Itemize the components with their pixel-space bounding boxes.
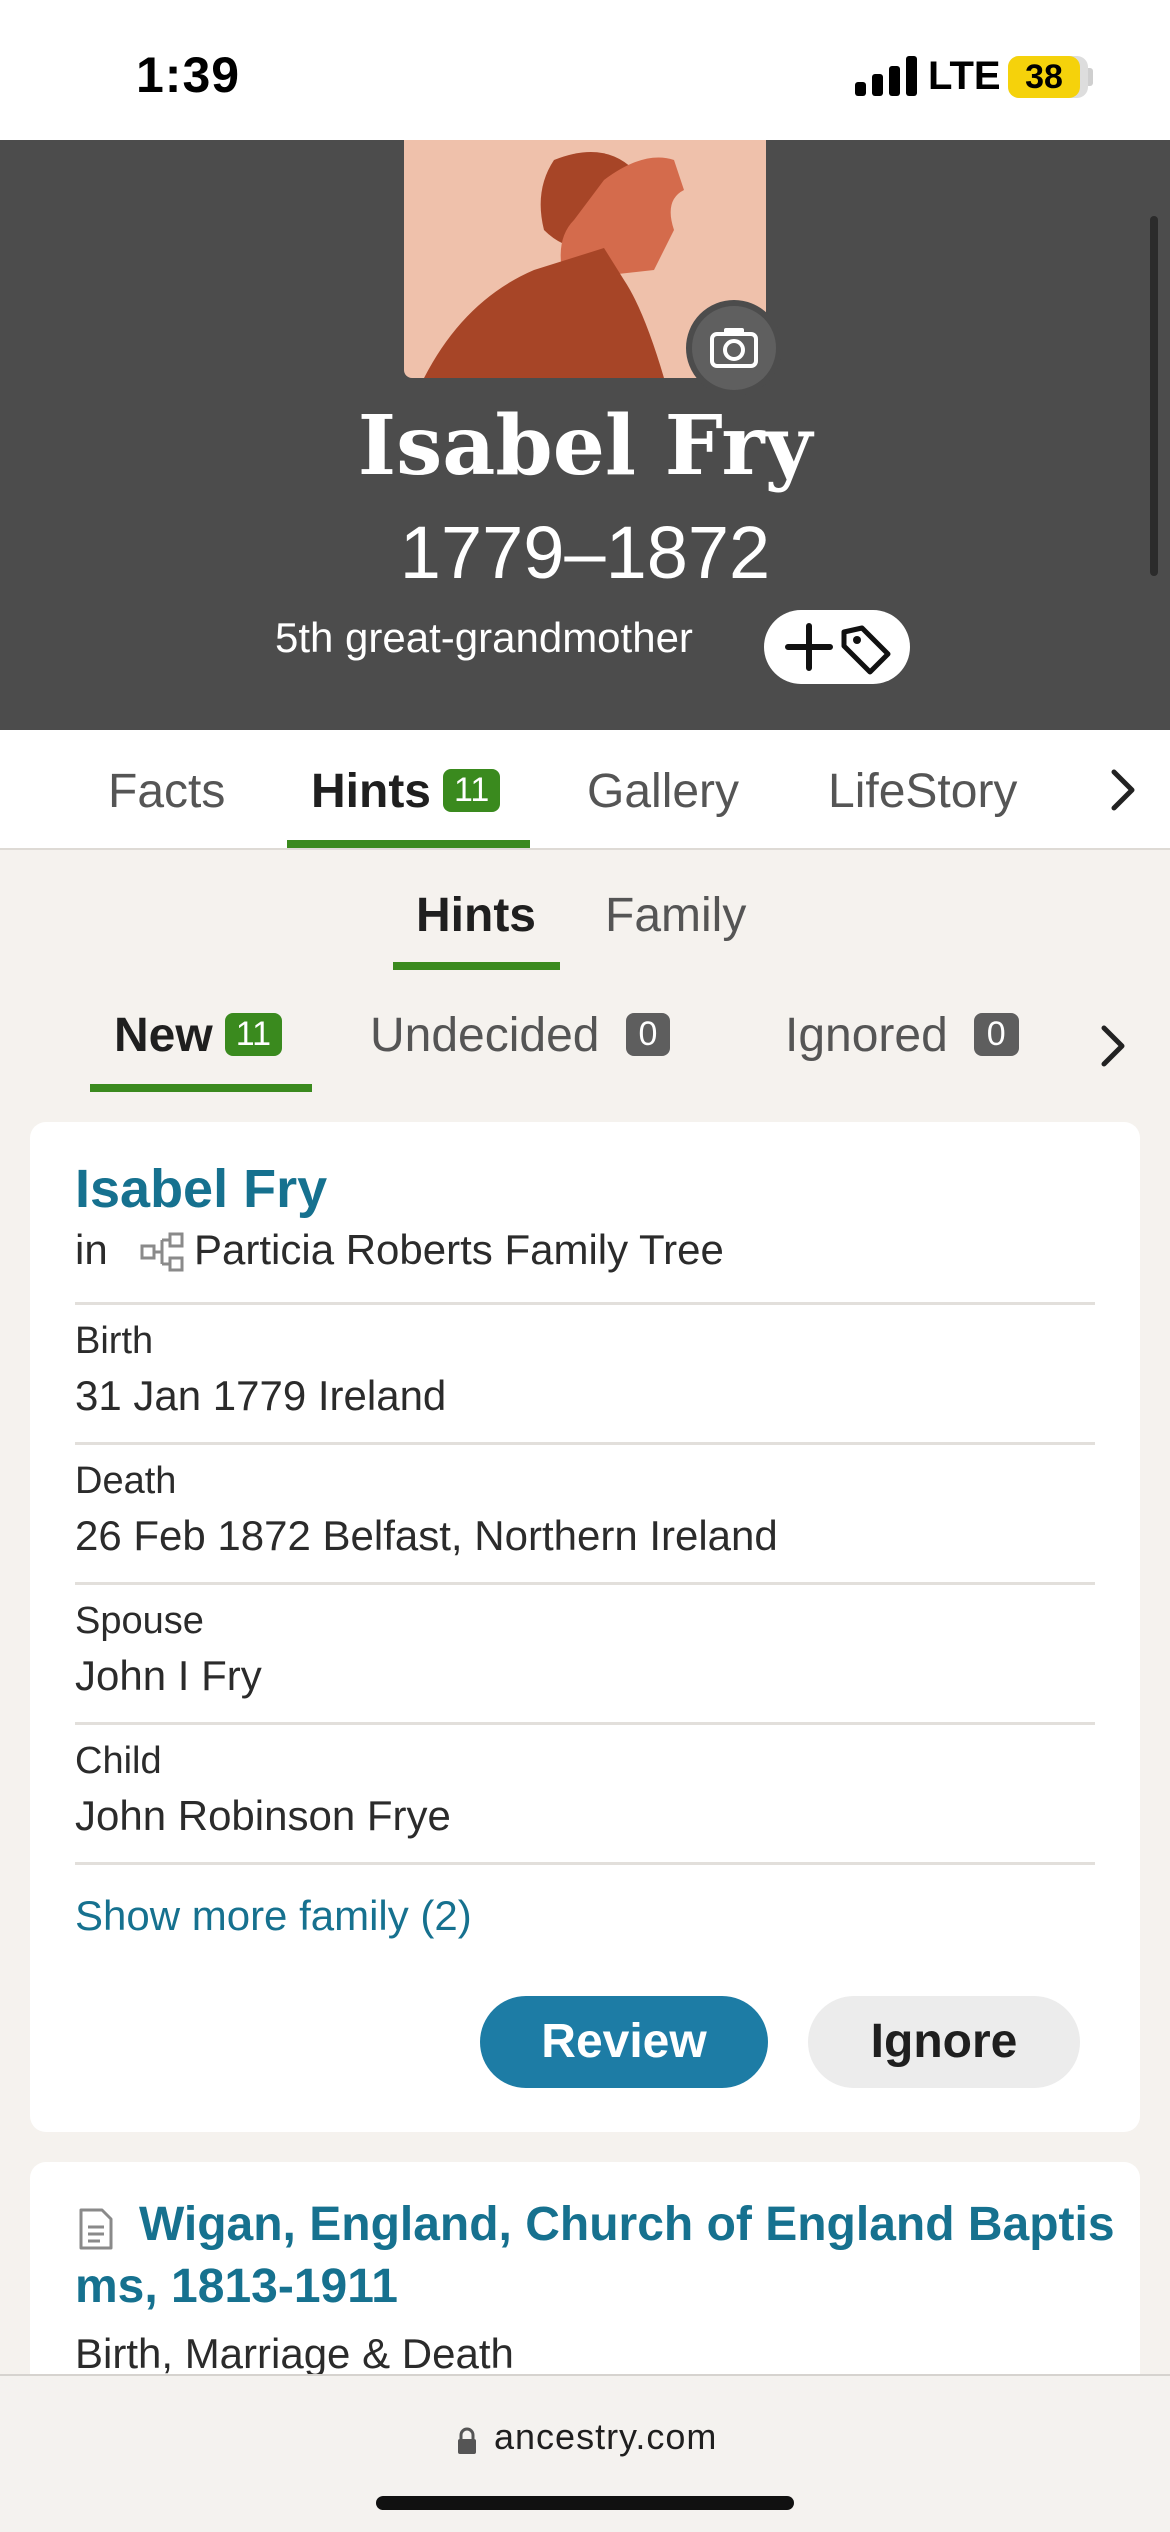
tab-facts[interactable]: Facts [108, 764, 225, 819]
scroll-indicator [1150, 216, 1158, 576]
browser-url-bar[interactable]: ancestry.com [0, 2374, 1170, 2532]
new-count-badge: 11 [224, 1013, 282, 1056]
tab-gallery[interactable]: Gallery [587, 764, 739, 819]
subtab-family[interactable]: Family [605, 888, 746, 943]
tab-hints[interactable]: Hints 11 [311, 764, 501, 819]
chevron-right-icon[interactable] [1104, 760, 1144, 820]
network-type: LTE [928, 54, 1001, 98]
field-label-death: Death [75, 1460, 177, 1502]
filter-new[interactable]: New 11 [114, 1008, 282, 1063]
field-value-death: 26 Feb 1872 Belfast, Northern Ireland [75, 1512, 778, 1559]
hints-count-badge: 11 [443, 769, 501, 812]
divider [75, 1302, 1095, 1305]
divider [75, 1442, 1095, 1445]
filter-undecided[interactable]: Undecided 0 [370, 1008, 671, 1063]
profile-name: Isabel Fry [357, 398, 813, 494]
show-more-family-link[interactable]: Show more family (2) [75, 1892, 472, 1940]
chevron-right-icon[interactable] [1094, 1016, 1134, 1076]
field-label-child: Child [75, 1740, 162, 1782]
hint-tree-name: Particia Roberts Family Tree [194, 1226, 724, 1273]
battery-icon: 38 [1008, 56, 1088, 98]
field-label-spouse: Spouse [75, 1600, 204, 1642]
record-category: Birth, Marriage & Death [75, 2330, 514, 2377]
subtab-hints[interactable]: Hints [416, 888, 536, 943]
field-value-spouse: John I Fry [75, 1652, 262, 1699]
tab-lifestory[interactable]: LifeStory [828, 764, 1017, 819]
status-time: 1:39 [136, 47, 241, 103]
main-tab-bar: Facts Hints 11 Gallery LifeStory [0, 730, 1170, 850]
subtab-underline [393, 962, 560, 970]
hint-in-label: in [75, 1226, 108, 1273]
battery-level: 38 [1025, 58, 1063, 96]
family-tree-icon [140, 1232, 184, 1272]
hint-card: Isabel Fry in Particia Roberts Family Tr… [30, 1122, 1140, 2132]
url-text: ancestry.com [494, 2416, 718, 2457]
divider [75, 1582, 1095, 1585]
add-tag-button[interactable] [764, 610, 910, 684]
ignore-button[interactable]: Ignore [808, 1996, 1080, 2088]
add-tag-icon [785, 623, 891, 675]
hint-person-name[interactable]: Isabel Fry [75, 1158, 327, 1220]
active-tab-underline [287, 840, 530, 848]
divider [75, 1862, 1095, 1865]
divider [75, 1722, 1095, 1725]
review-button[interactable]: Review [480, 1996, 768, 2088]
field-label-birth: Birth [75, 1320, 154, 1362]
status-bar: 1:39 LTE 38 [0, 0, 1170, 140]
camera-button[interactable] [686, 300, 782, 396]
ignored-count-badge: 0 [973, 1013, 1019, 1056]
profile-header: Isabel Fry 1779–1872 5th great-grandmoth… [0, 140, 1170, 730]
profile-relation: 5th great-grandmother [275, 614, 693, 661]
filter-underline [90, 1084, 312, 1092]
field-value-birth: 31 Jan 1779 Ireland [75, 1372, 447, 1419]
filter-ignored[interactable]: Ignored 0 [785, 1008, 1019, 1063]
record-title[interactable]: Wigan, England, Church of England Baptis… [75, 2194, 1125, 2318]
profile-years: 1779–1872 [399, 511, 771, 594]
field-value-child: John Robinson Frye [75, 1792, 451, 1839]
undecided-count-badge: 0 [625, 1013, 671, 1056]
lock-icon [458, 2427, 476, 2454]
home-indicator[interactable] [376, 2496, 794, 2510]
signal-icon [855, 56, 917, 96]
camera-icon [710, 328, 758, 368]
